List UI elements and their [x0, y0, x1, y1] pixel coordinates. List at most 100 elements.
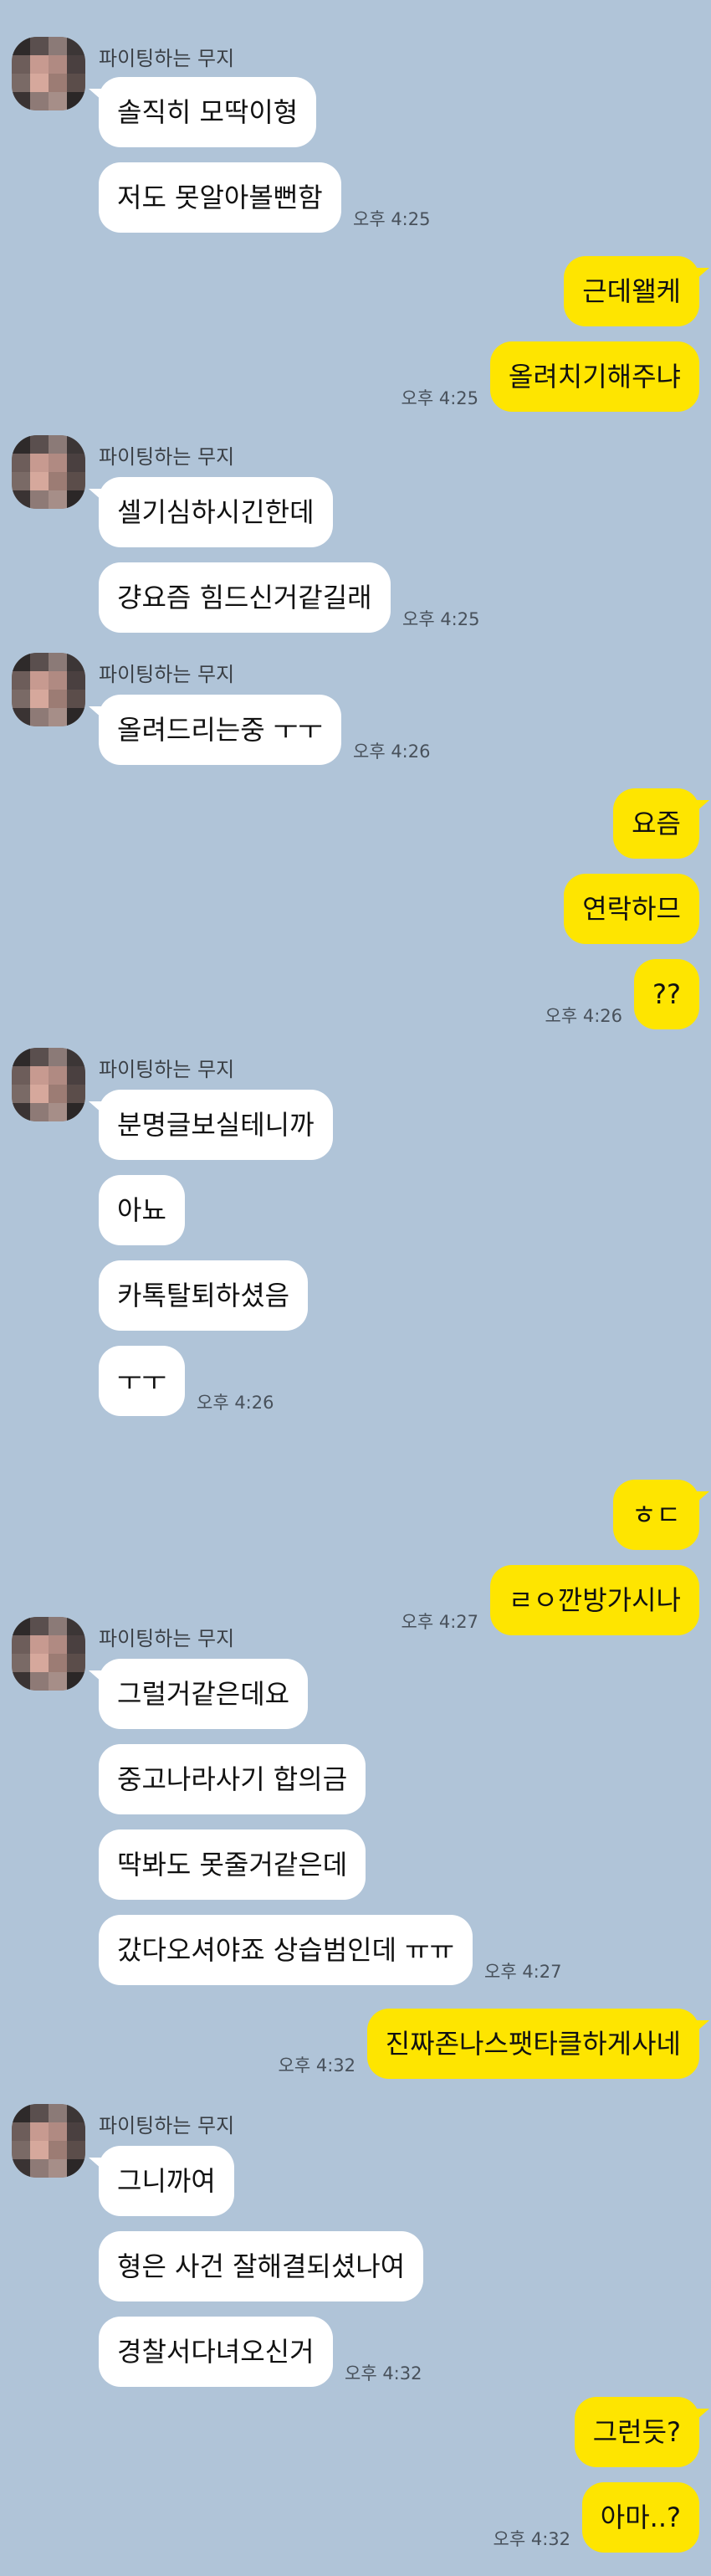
avatar-pixel [49, 708, 67, 726]
avatar-pixel [49, 454, 67, 472]
avatar-pixel [49, 1066, 67, 1085]
received-message-bubble[interactable]: 형은 사건 잘해결되셨나여 [99, 2231, 424, 2301]
message-timestamp: 오후 4:32 [345, 2363, 422, 2384]
avatar-pixel [30, 472, 49, 490]
avatar-pixel [30, 1048, 49, 1066]
message-timestamp: 오후 4:26 [545, 1006, 622, 1026]
avatar-pixel [30, 55, 49, 74]
avatar-pixel [12, 1103, 30, 1121]
message-timestamp: 오후 4:26 [353, 741, 431, 762]
received-message-bubble[interactable]: 경찰서다녀오신거 [99, 2317, 333, 2387]
avatar-pixel [30, 74, 49, 92]
received-message-bubble[interactable]: 그럴거같은데요 [88, 1659, 309, 1729]
avatar-pixel [49, 1103, 67, 1121]
sent-message-bubble[interactable]: 근데왤케 [564, 256, 709, 326]
avatar-pixel [12, 1654, 30, 1672]
message-timestamp: 오후 4:27 [401, 1612, 478, 1632]
avatar-pixel [30, 2141, 49, 2159]
avatar-pixel [12, 2122, 30, 2141]
sent-message-bubble[interactable]: 올려치기해주냐 [489, 341, 699, 412]
avatar-pixel [12, 1048, 30, 1066]
avatar-pixel [67, 2104, 85, 2122]
avatar-pixel [49, 1085, 67, 1103]
avatar-pixel [67, 2122, 85, 2141]
avatar-pixel [49, 1617, 67, 1635]
sent-message-bubble[interactable]: 아마..? [581, 2482, 699, 2553]
received-message-bubble[interactable]: 저도 못알아볼뻔함 [99, 162, 341, 233]
avatar-pixel [49, 653, 67, 671]
sender-name: 파이팅하는 무지 [99, 663, 235, 686]
avatar-pixel [67, 37, 85, 55]
sent-message-bubble[interactable]: ㅎㄷ [613, 1480, 709, 1550]
received-message-bubble[interactable]: ㅜㅜ [99, 1346, 185, 1416]
sender-name: 파이팅하는 무지 [99, 1058, 235, 1081]
sent-message-bubble[interactable]: 진짜존나스팻타클하게사네 [366, 2009, 710, 2079]
avatar-pixel [67, 435, 85, 454]
avatar-pixel [30, 671, 49, 690]
avatar[interactable] [12, 435, 85, 509]
received-message-bubble[interactable]: 솔직히 모딱이형 [88, 77, 317, 147]
received-message-bubble[interactable]: 분명글보실테니까 [89, 1090, 333, 1160]
received-message-bubble[interactable]: 카톡탈퇴하셨음 [99, 1260, 309, 1331]
avatar-pixel [49, 2141, 67, 2159]
avatar-pixel [30, 1103, 49, 1121]
avatar-pixel [30, 690, 49, 708]
avatar-pixel [12, 1672, 30, 1691]
avatar-pixel [30, 2104, 49, 2122]
received-message-bubble[interactable]: 셀기심하시긴한데 [89, 477, 333, 547]
avatar-pixel [30, 454, 49, 472]
sent-message-bubble[interactable]: 연락하므 [564, 874, 699, 944]
avatar-pixel [12, 708, 30, 726]
avatar[interactable] [12, 2104, 85, 2178]
avatar-pixel [12, 1066, 30, 1085]
avatar-pixel [30, 1066, 49, 1085]
avatar-pixel [49, 435, 67, 454]
sent-message-bubble[interactable]: 그런듯? [574, 2397, 710, 2467]
avatar-pixel [49, 690, 67, 708]
avatar-pixel [67, 1048, 85, 1066]
message-timestamp: 오후 4:25 [402, 609, 480, 629]
avatar-pixel [12, 435, 30, 454]
avatar-pixel [12, 92, 30, 110]
avatar[interactable] [12, 1048, 85, 1121]
avatar-pixel [49, 55, 67, 74]
avatar-pixel [12, 55, 30, 74]
avatar-pixel [12, 37, 30, 55]
avatar[interactable] [12, 37, 85, 110]
received-message-bubble[interactable]: 그니까여 [89, 2146, 234, 2216]
avatar-pixel [12, 2104, 30, 2122]
avatar-pixel [49, 2104, 67, 2122]
sent-message-bubble[interactable]: ㄹㅇ깐방가시나 [489, 1565, 699, 1635]
avatar-pixel [67, 653, 85, 671]
sent-message-bubble[interactable]: ?? [634, 959, 699, 1029]
message-timestamp: 오후 4:25 [353, 209, 431, 229]
avatar-pixel [67, 472, 85, 490]
avatar-pixel [30, 92, 49, 110]
received-message-bubble[interactable]: 아뇨 [99, 1175, 185, 1245]
avatar-pixel [12, 653, 30, 671]
avatar-pixel [67, 92, 85, 110]
avatar-pixel [12, 1635, 30, 1654]
avatar[interactable] [12, 653, 85, 726]
sent-message-bubble[interactable]: 요즘 [613, 788, 709, 859]
received-message-bubble[interactable]: 중고나라사기 합의금 [99, 1744, 366, 1814]
avatar-pixel [30, 37, 49, 55]
avatar[interactable] [12, 1617, 85, 1691]
avatar-pixel [49, 472, 67, 490]
avatar-pixel [49, 671, 67, 690]
received-message-bubble[interactable]: 걍요즘 힘드신거같길래 [99, 562, 391, 633]
received-message-bubble[interactable]: 올려드리는중 ㅜㅜ [89, 695, 341, 765]
message-timestamp: 오후 4:25 [401, 388, 478, 408]
message-timestamp: 오후 4:26 [197, 1393, 274, 1413]
avatar-pixel [67, 690, 85, 708]
avatar-pixel [49, 1048, 67, 1066]
received-message-bubble[interactable]: 딱봐도 못줄거같은데 [99, 1829, 366, 1900]
avatar-pixel [12, 1617, 30, 1635]
avatar-pixel [67, 708, 85, 726]
chat-room: 파이팅하는 무지 솔직히 모딱이형저도 못알아볼뻔함오후 4:25 근데왤케올려치기… [0, 0, 711, 2576]
avatar-pixel [67, 74, 85, 92]
avatar-pixel [12, 490, 30, 509]
avatar-pixel [67, 1635, 85, 1654]
received-message-bubble[interactable]: 갔다오셔야죠 상습범인데 ㅠㅠ [99, 1915, 473, 1985]
message-timestamp: 오후 4:32 [278, 2055, 356, 2076]
